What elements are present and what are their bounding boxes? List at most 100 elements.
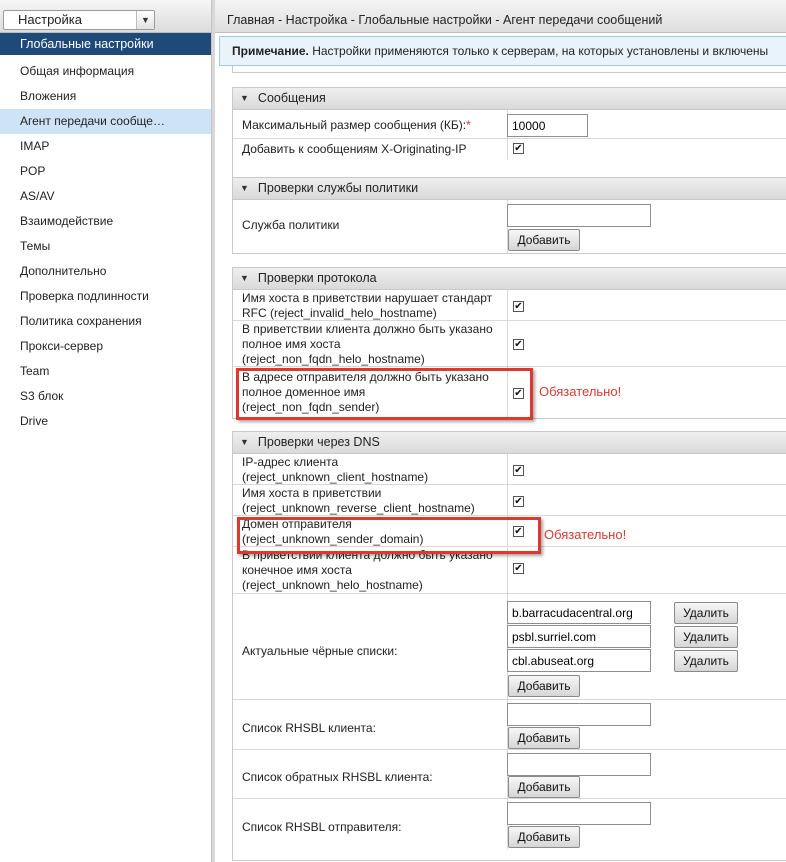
mandatory-note: Обязательно! — [544, 527, 627, 542]
note-prefix: Примечание. — [232, 44, 309, 58]
invalid-helo-checkbox[interactable]: ✔ — [513, 301, 524, 312]
sidebar-section-title: Глобальные настройки — [0, 33, 211, 55]
row-blacklists: Актуальные чёрные списки: Удалить Удалит… — [233, 594, 786, 700]
max-size-input[interactable] — [507, 114, 588, 137]
value-column — [507, 290, 508, 320]
row-rhsbl-client: Список RHSBL клиента: Добавить — [233, 700, 786, 750]
sidebar-item-proxy[interactable]: Прокси-сервер — [0, 334, 211, 359]
rhsbl-sender-input[interactable] — [507, 802, 651, 825]
required-mark: * — [466, 118, 471, 132]
blacklists-label: Актуальные чёрные списки: — [242, 644, 398, 658]
breadcrumb: Главная - Настройка - Глобальные настрой… — [215, 0, 786, 33]
invalid-helo-label: Имя хоста в приветствии нарушает стандар… — [242, 291, 493, 320]
row-non-fqdn-helo: В приветствии клиента должно быть указан… — [233, 321, 786, 367]
settings-dropdown[interactable]: Настройка ▼ — [3, 10, 155, 30]
row-client-hostname: IP-адрес клиента (reject_unknown_client_… — [233, 454, 786, 485]
add-blacklist-button[interactable]: Добавить — [508, 675, 580, 697]
helo-hostname-checkbox[interactable]: ✔ — [513, 563, 524, 574]
main-panel: Главная - Настройка - Глобальные настрой… — [215, 0, 786, 862]
sidebar-item-themes[interactable]: Темы — [0, 234, 211, 259]
non-fqdn-helo-label: В приветствии клиента должно быть указан… — [242, 322, 493, 366]
max-size-label: Максимальный размер сообщения (КБ):* — [242, 118, 471, 133]
panel-title: Проверки протокола — [257, 271, 377, 285]
highlight-box-sender-domain — [237, 517, 541, 554]
settings-dropdown-label: Настройка — [18, 12, 82, 27]
sidebar-item-mta[interactable]: Агент передачи сообще… — [0, 109, 211, 134]
collapse-triangle-icon[interactable]: ▼ — [240, 268, 249, 289]
row-rhsbl-sender: Список RHSBL отправителя: Добавить — [233, 799, 786, 849]
panel-messages: ▼ Сообщения Максимальный размер сообщения… — [232, 87, 786, 179]
panel-policy: ▼ Проверки службы политики Служба политик… — [232, 177, 786, 254]
value-column — [507, 321, 508, 366]
row-rhsbl-reverse: Список обратных RHSBL клиента: Добавить — [233, 750, 786, 799]
collapse-triangle-icon[interactable]: ▼ — [240, 88, 249, 109]
add-rhsbl-reverse-button[interactable]: Добавить — [508, 776, 580, 798]
panel-title: Сообщения — [257, 91, 326, 105]
sidebar-item-drive[interactable]: Drive — [0, 409, 211, 434]
client-hostname-checkbox[interactable]: ✔ — [513, 465, 524, 476]
row-policy-service: Служба политики Добавить — [233, 200, 786, 253]
collapse-triangle-icon[interactable]: ▼ — [240, 432, 249, 453]
rhsbl-reverse-label: Список обратных RHSBL клиента: — [242, 770, 433, 784]
add-rhsbl-sender-button[interactable]: Добавить — [508, 826, 580, 848]
panel-title: Проверки службы политики — [257, 181, 419, 195]
x-originating-checkbox[interactable]: ✔ — [513, 143, 524, 154]
add-rhsbl-client-button[interactable]: Добавить — [508, 727, 580, 749]
sidebar-item-attachments[interactable]: Вложения — [0, 84, 211, 109]
sidebar-item-imap[interactable]: IMAP — [0, 134, 211, 159]
helo-hostname-label: В приветствии клиента должно быть указан… — [242, 548, 493, 592]
rhsbl-client-input[interactable] — [507, 703, 651, 726]
sidebar-item-auth[interactable]: Проверка подлинности — [0, 284, 211, 309]
sidebar-item-advanced[interactable]: Дополнительно — [0, 259, 211, 284]
blacklist-entry-input[interactable] — [507, 601, 651, 624]
panel-header-protocol[interactable]: ▼ Проверки протокола — [233, 268, 786, 290]
highlight-box-sender-fqdn — [236, 368, 533, 420]
value-column — [507, 454, 508, 484]
row-x-originating: Добавить к сообщениям X-Originating-IP ✔ — [233, 139, 786, 159]
row-helo-hostname: В приветствии клиента должно быть указан… — [233, 547, 786, 594]
panel-dns: ▼ Проверки через DNS IP-адрес клиента (re… — [232, 431, 786, 861]
reverse-client-checkbox[interactable]: ✔ — [513, 496, 524, 507]
mandatory-note: Обязательно! — [539, 384, 622, 399]
rhsbl-client-label: Список RHSBL клиента: — [242, 721, 376, 735]
sidebar: Настройка ▼ Глобальные настройки Общая и… — [0, 0, 211, 862]
blacklist-entry-input[interactable] — [507, 625, 651, 648]
sidebar-item-pop[interactable]: POP — [0, 159, 211, 184]
client-hostname-label: IP-адрес клиента (reject_unknown_client_… — [242, 455, 429, 484]
blacklist-entry-input[interactable] — [507, 649, 651, 672]
row-max-size: Максимальный размер сообщения (КБ):* — [233, 110, 786, 139]
add-policy-button[interactable]: Добавить — [508, 229, 580, 251]
non-fqdn-helo-checkbox[interactable]: ✔ — [513, 339, 524, 350]
collapse-triangle-icon[interactable]: ▼ — [240, 178, 249, 199]
sidebar-item-interop[interactable]: Взаимодействие — [0, 209, 211, 234]
panel-title: Проверки через DNS — [257, 435, 380, 449]
policy-service-label: Служба политики — [242, 218, 340, 232]
delete-blacklist-button[interactable]: Удалить — [674, 626, 738, 648]
reverse-client-label: Имя хоста в приветствии (reject_unknown_… — [242, 486, 475, 515]
info-note: Примечание. Настройки применяются только… — [219, 36, 786, 66]
sidebar-item-s3[interactable]: S3 блок — [0, 384, 211, 409]
sidebar-item-general[interactable]: Общая информация — [0, 59, 211, 84]
policy-service-input[interactable] — [507, 204, 651, 227]
row-invalid-helo: Имя хоста в приветствии нарушает стандар… — [233, 290, 786, 321]
panel-header-messages[interactable]: ▼ Сообщения — [233, 88, 786, 110]
panel-header-policy[interactable]: ▼ Проверки службы политики — [233, 178, 786, 200]
value-column — [507, 485, 508, 515]
note-text: Настройки применяются только к серверам,… — [308, 44, 769, 58]
sidebar-item-retention[interactable]: Политика сохранения — [0, 309, 211, 334]
sidebar-nav: Общая информация Вложения Агент передачи… — [0, 55, 211, 434]
delete-blacklist-button[interactable]: Удалить — [674, 650, 738, 672]
value-column — [507, 139, 508, 159]
sidebar-item-asav[interactable]: AS/AV — [0, 184, 211, 209]
rhsbl-reverse-input[interactable] — [507, 753, 651, 776]
rhsbl-sender-label: Список RHSBL отправителя: — [242, 820, 402, 834]
delete-blacklist-button[interactable]: Удалить — [674, 602, 738, 624]
max-size-label-text: Максимальный размер сообщения (КБ): — [242, 118, 467, 132]
previous-panel-edge — [232, 72, 786, 73]
row-reverse-client: Имя хоста в приветствии (reject_unknown_… — [233, 485, 786, 516]
chevron-down-icon[interactable]: ▼ — [136, 11, 154, 29]
sidebar-toolbar: Настройка ▼ — [0, 0, 211, 33]
x-originating-label: Добавить к сообщениям X-Originating-IP — [242, 142, 467, 156]
panel-header-dns[interactable]: ▼ Проверки через DNS — [233, 432, 786, 454]
sidebar-item-team[interactable]: Team — [0, 359, 211, 384]
